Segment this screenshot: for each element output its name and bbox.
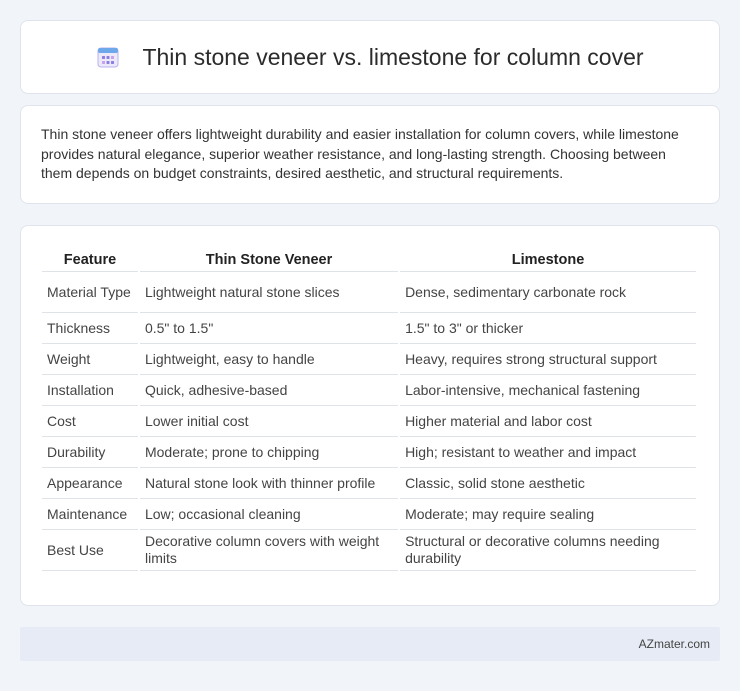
limestone-cell: 1.5" to 3" or thicker (400, 313, 696, 344)
table-row: Installation Quick, adhesive-based Labor… (42, 375, 696, 406)
table-row: Best Use Decorative column covers with w… (42, 530, 696, 571)
comparison-table-card: Feature Thin Stone Veneer Limestone Mate… (20, 225, 720, 606)
comparison-table: Feature Thin Stone Veneer Limestone Mate… (40, 246, 698, 571)
column-header-thin-stone-veneer: Thin Stone Veneer (139, 246, 399, 272)
limestone-cell: High; resistant to weather and impact (400, 437, 696, 468)
limestone-cell: Dense, sedimentary carbonate rock (400, 272, 696, 313)
veneer-cell: Lower initial cost (139, 406, 399, 437)
footer: AZmater.com (20, 627, 720, 661)
summary-text: Thin stone veneer offers lightweight dur… (41, 126, 679, 181)
feature-cell: Cost (42, 406, 138, 437)
veneer-cell: Quick, adhesive-based (139, 375, 399, 406)
veneer-cell: 0.5" to 1.5" (139, 313, 399, 344)
veneer-cell: Low; occasional cleaning (139, 499, 399, 530)
footer-site-label: AZmater.com (638, 637, 710, 651)
limestone-cell: Moderate; may require sealing (400, 499, 696, 530)
limestone-cell: Heavy, requires strong structural suppor… (400, 344, 696, 375)
feature-cell: Durability (42, 437, 138, 468)
title-card: Thin stone veneer vs. limestone for colu… (20, 20, 720, 94)
veneer-cell: Decorative column covers with weight lim… (139, 530, 399, 571)
column-header-limestone: Limestone (400, 246, 696, 272)
table-header-row: Feature Thin Stone Veneer Limestone (42, 246, 696, 272)
feature-cell: Appearance (42, 468, 138, 499)
feature-cell: Material Type (42, 272, 138, 313)
veneer-cell: Lightweight, easy to handle (139, 344, 399, 375)
limestone-cell: Structural or decorative columns needing… (400, 530, 696, 571)
limestone-cell: Higher material and labor cost (400, 406, 696, 437)
feature-cell: Installation (42, 375, 138, 406)
page-title: Thin stone veneer vs. limestone for colu… (142, 43, 644, 70)
veneer-cell: Moderate; prone to chipping (139, 437, 399, 468)
title-wrap: Thin stone veneer vs. limestone for colu… (96, 43, 644, 71)
table-row: Material Type Lightweight natural stone … (42, 272, 696, 313)
column-header-feature: Feature (42, 246, 138, 272)
table-row: Thickness 0.5" to 1.5" 1.5" to 3" or thi… (42, 313, 696, 344)
calendar-icon (96, 45, 120, 69)
table-row: Durability Moderate; prone to chipping H… (42, 437, 696, 468)
feature-cell: Best Use (42, 530, 138, 571)
table-row: Maintenance Low; occasional cleaning Mod… (42, 499, 696, 530)
summary-card: Thin stone veneer offers lightweight dur… (20, 105, 720, 204)
table-row: Cost Lower initial cost Higher material … (42, 406, 696, 437)
feature-cell: Weight (42, 344, 138, 375)
veneer-cell: Lightweight natural stone slices (139, 272, 399, 313)
veneer-cell: Natural stone look with thinner profile (139, 468, 399, 499)
limestone-cell: Classic, solid stone aesthetic (400, 468, 696, 499)
table-row: Appearance Natural stone look with thinn… (42, 468, 696, 499)
table-row: Weight Lightweight, easy to handle Heavy… (42, 344, 696, 375)
limestone-cell: Labor-intensive, mechanical fastening (400, 375, 696, 406)
feature-cell: Thickness (42, 313, 138, 344)
feature-cell: Maintenance (42, 499, 138, 530)
